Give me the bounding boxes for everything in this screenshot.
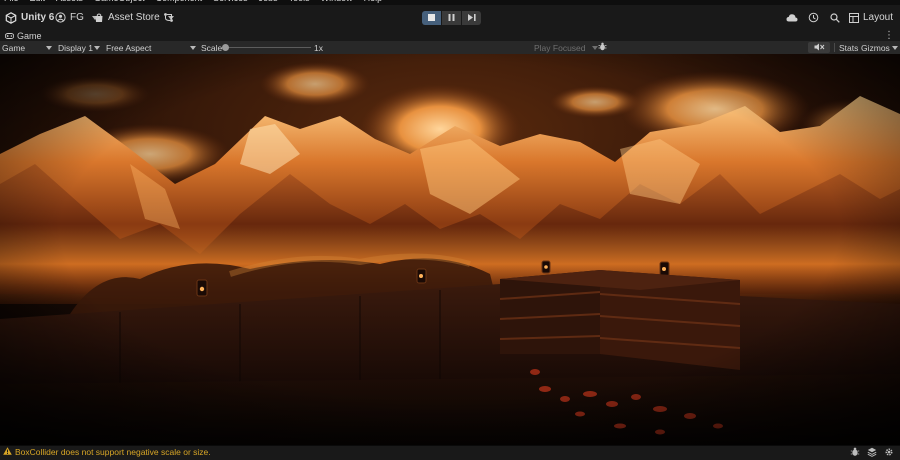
search-button[interactable] (830, 9, 840, 26)
account-icon (55, 12, 66, 23)
menu-item-jobs[interactable]: Jobs (259, 0, 278, 3)
history-button[interactable] (808, 9, 819, 26)
step-icon (467, 12, 476, 24)
display-label: Display 1 (58, 42, 93, 53)
asset-store-dropdown[interactable]: Asset Store (94, 9, 174, 26)
settings-icon[interactable] (884, 447, 894, 460)
menu-item-component[interactable]: Component (156, 0, 203, 3)
menu-item-services[interactable]: Services (213, 0, 248, 3)
pause-button[interactable] (442, 11, 461, 25)
menu-item-edit[interactable]: Edit (30, 0, 46, 3)
search-icon (830, 12, 840, 23)
menu-item-assets[interactable]: Assets (56, 0, 83, 3)
warning-icon (3, 447, 12, 457)
bug-icon (598, 42, 607, 53)
step-button[interactable] (462, 11, 481, 25)
gizmos-dropdown[interactable]: Gizmos (861, 41, 898, 54)
scale-slider-track[interactable] (227, 47, 311, 48)
layout-icon (849, 12, 859, 23)
gamepad-icon (4, 31, 15, 41)
pause-icon (448, 12, 455, 24)
unity-version-label: Unity 6 (21, 12, 55, 23)
tab-game-label: Game (17, 30, 42, 41)
tab-game[interactable]: Game (4, 30, 42, 41)
speaker-mute-icon (814, 42, 825, 54)
account-dropdown[interactable]: FG (55, 9, 98, 26)
play-focused-dropdown[interactable]: Play Focused (534, 41, 598, 54)
cloud-icon (786, 13, 798, 22)
status-icons (850, 447, 894, 460)
menu-item-gameobject[interactable]: GameObject (94, 0, 145, 3)
progress-stack-icon[interactable] (867, 447, 877, 460)
branch-icon (163, 12, 174, 23)
display-dropdown[interactable]: Display 1 (58, 41, 100, 54)
view-mode-dropdown[interactable]: Game (2, 41, 52, 54)
game-scene-render (0, 54, 900, 445)
menu-item-window[interactable]: Window (321, 0, 353, 3)
cloud-button[interactable] (786, 9, 798, 26)
play-focused-label: Play Focused (534, 42, 586, 53)
scale-value: 1x (314, 42, 323, 53)
game-view-toolbar: Game Display 1 Free Aspect Scale 1x Play… (0, 41, 900, 55)
status-bar: BoxCollider does not support negative sc… (0, 445, 900, 459)
play-controls (422, 11, 481, 25)
chevron-down-icon (891, 45, 898, 50)
gizmos-label: Gizmos (861, 42, 890, 53)
unity-logo-icon (5, 11, 17, 24)
unity-version-button[interactable]: Unity 6 (5, 9, 54, 26)
play-button[interactable] (422, 11, 441, 25)
menu-item-tools[interactable]: Tools (289, 0, 310, 3)
menu-item-help[interactable]: Help (364, 0, 383, 3)
warning-message: BoxCollider does not support negative sc… (15, 447, 211, 457)
chevron-down-icon (94, 45, 100, 50)
aspect-label: Free Aspect (106, 42, 152, 53)
bug-report-button[interactable] (598, 41, 607, 54)
view-mode-label: Game (2, 42, 26, 53)
asset-store-icon (94, 13, 104, 23)
menu-item-file[interactable]: File (4, 0, 19, 3)
tab-row: Game ⋮ (0, 30, 900, 41)
main-toolbar: Unity 6 FG Asset Store Layout (0, 5, 900, 31)
stats-toggle[interactable]: Stats (839, 41, 858, 54)
game-viewport[interactable] (0, 54, 900, 445)
scale-slider-handle[interactable] (222, 44, 229, 51)
chevron-down-icon (46, 45, 52, 50)
account-label: FG (70, 12, 84, 23)
menu-items: File Edit Assets GameObject Component Service… (4, 0, 382, 3)
more-options-icon[interactable]: ⋮ (884, 30, 894, 41)
stop-icon (428, 12, 435, 24)
history-icon (808, 12, 819, 23)
mute-audio-button[interactable] (808, 42, 830, 53)
scale-label: Scale (201, 42, 223, 53)
chevron-down-icon (190, 45, 196, 50)
debug-mode-icon[interactable] (850, 447, 860, 460)
aspect-dropdown[interactable]: Free Aspect (106, 41, 196, 54)
stats-separator (834, 41, 835, 54)
asset-store-label: Asset Store (108, 12, 160, 23)
layout-label: Layout (863, 12, 894, 23)
source-control-button[interactable] (163, 9, 174, 26)
layout-dropdown[interactable]: Layout (849, 9, 900, 26)
console-warning[interactable]: BoxCollider does not support negative sc… (3, 447, 211, 457)
